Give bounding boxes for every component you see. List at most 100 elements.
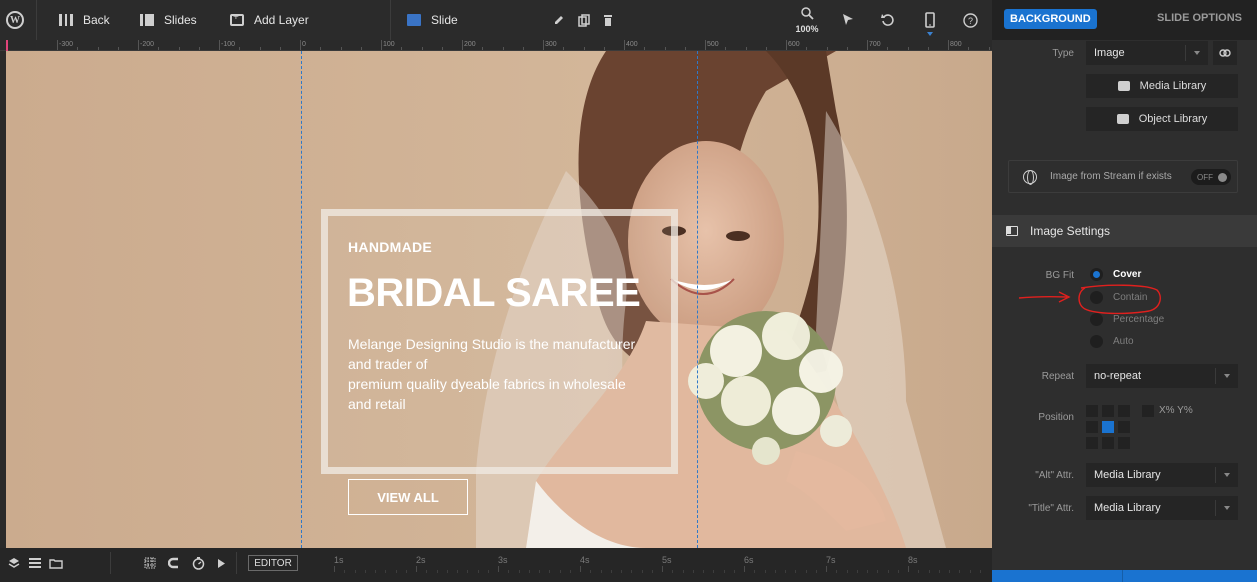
timeline-second-label: 3s [498,555,508,565]
play-icon[interactable] [213,548,229,578]
tab-slide-options[interactable]: SLIDE OPTIONS [1157,12,1242,24]
radio-label: Contain [1113,292,1148,303]
type-select[interactable]: Image [1086,41,1208,65]
help-icon[interactable]: ? [962,0,978,40]
duplicate-icon[interactable] [576,0,592,40]
slides-button[interactable]: Slides [140,0,197,40]
chevron-down-icon [1224,374,1230,378]
editor-tab[interactable]: EDITOR [248,555,298,571]
grid-icon[interactable] [142,548,158,578]
position-cell[interactable] [1102,405,1114,417]
toggle-state: OFF [1197,173,1213,182]
timeline-minor-tick [713,570,715,573]
description-line: Melange Designing Studio is the manufact… [348,336,636,352]
chevron-down-icon [1224,506,1230,510]
timer-icon[interactable] [190,548,206,578]
bg-fit-percentage-option[interactable]: Percentage [1090,313,1164,326]
position-percent-label: X% Y% [1159,405,1193,416]
camera-icon [1116,114,1129,124]
position-cell[interactable] [1102,437,1114,449]
position-cell[interactable] [1118,437,1130,449]
add-layer-label: Add Layer [254,13,309,27]
timeline-minor-tick [364,570,366,573]
timeline-second-label: 2s [416,555,426,565]
position-cell[interactable] [1086,405,1098,417]
timeline-minor-tick [918,570,920,573]
layers-icon[interactable] [6,548,22,578]
position-cell[interactable] [1118,405,1130,417]
svg-text:?: ? [967,16,972,26]
view-all-button[interactable]: VIEW ALL [348,479,468,515]
image-settings-header[interactable]: Image Settings [992,215,1257,247]
timeline-minor-tick [979,570,981,573]
ruler-label: 300 [545,41,557,48]
type-label: Type [1052,48,1074,59]
slide-canvas[interactable]: HANDMADE BRIDAL SAREE Melange Designing … [6,51,992,548]
timeline-minor-tick [539,570,540,573]
wordpress-icon[interactable]: W [0,0,30,40]
timeline-minor-tick [949,570,950,573]
slide-subtitle[interactable]: HANDMADE [348,239,432,255]
position-percent-checkbox[interactable] [1142,405,1154,417]
position-cell[interactable] [1086,437,1098,449]
bg-fit-auto-option[interactable]: Auto [1090,335,1134,348]
position-cell-selected[interactable] [1102,421,1114,433]
ruler-label: 700 [869,41,881,48]
timeline-second-label: 6s [744,555,754,565]
list-icon[interactable] [27,548,43,578]
timeline-tick [744,566,745,572]
ruler-label: -100 [221,41,236,48]
edit-icon[interactable] [551,0,567,40]
slides-label: Slides [164,13,197,27]
repeat-select[interactable]: no-repeat [1086,364,1238,388]
ruler-label: 600 [788,41,800,48]
timeline-minor-tick [887,570,889,573]
ruler-marker [6,40,8,51]
cursor-icon[interactable] [840,0,856,40]
timeline-minor-tick [836,570,838,573]
magnet-icon[interactable] [166,548,182,578]
tab-background[interactable]: BACKGROUND [1004,9,1097,29]
bg-fit-label: BG Fit [1045,270,1074,281]
timeline-minor-tick [846,570,848,573]
undo-icon[interactable] [880,0,896,40]
timeline-minor-tick [600,570,602,573]
description-line: and retail [348,396,406,412]
ruler-label: -300 [59,41,74,48]
timeline-minor-tick [405,570,407,573]
position-cell[interactable] [1086,421,1098,433]
settings-panel: BACKGROUND SLIDE OPTIONS Type Image Medi… [992,0,1257,582]
title-attr-select[interactable]: Media Library [1086,496,1238,520]
slide-selector[interactable]: Slide [407,0,458,40]
description-line: and trader of [348,356,428,372]
bg-fit-cover-option[interactable]: Cover [1090,268,1141,281]
alt-attr-select[interactable]: Media Library [1086,463,1238,487]
timeline-minor-tick [754,570,756,573]
folder-icon[interactable] [48,548,64,578]
timeline-minor-tick [375,570,376,573]
panel-footer-bar [992,570,1257,582]
object-library-button[interactable]: Object Library [1086,107,1238,131]
back-button[interactable]: Back [59,0,110,40]
timeline-tick [580,566,581,572]
timeline-second-label: 8s [908,555,918,565]
timeline-tick [908,566,909,572]
link-icon[interactable] [1213,41,1237,65]
position-cell[interactable] [1118,421,1130,433]
delete-icon[interactable] [600,0,616,40]
bg-fit-contain-option[interactable]: Contain [1090,291,1147,304]
timeline-minor-tick [692,570,694,573]
add-layer-button[interactable]: Add Layer [230,0,309,40]
media-library-button[interactable]: Media Library [1086,74,1238,98]
timeline-minor-tick [518,570,520,573]
stream-toggle[interactable]: OFF [1191,169,1231,185]
timeline-minor-tick [969,570,971,573]
slides-icon [140,14,154,26]
timeline-tick [826,566,827,572]
position-label: Position [1038,412,1074,423]
slide-title[interactable]: BRIDAL SAREE [347,271,641,316]
timeline-minor-tick [457,570,458,573]
slide-description[interactable]: Melange Designing Studio is the manufact… [348,334,658,414]
zoom-control[interactable]: 100% [793,7,821,34]
timeline-ruler[interactable]: 1s 2s 3s 4s 5s 6s 7s 8s [300,552,990,578]
